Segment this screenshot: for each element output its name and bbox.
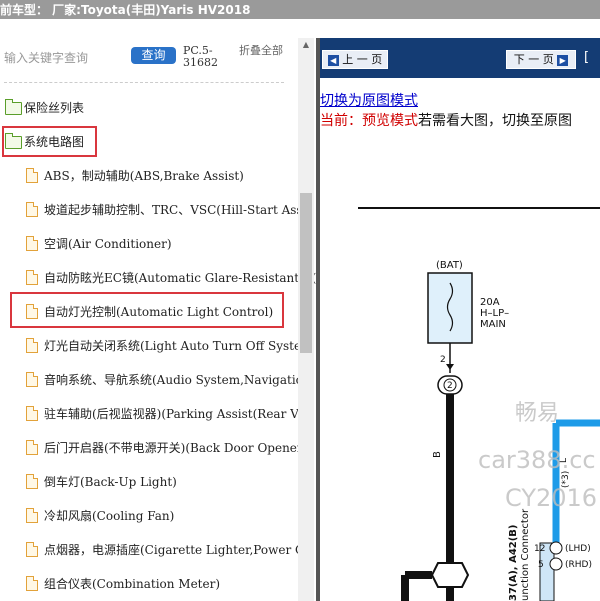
tree-item-label: 倒车灯(Back-Up Light) xyxy=(44,475,177,489)
folder-icon xyxy=(5,99,22,115)
document-icon xyxy=(26,406,38,421)
prev-page-button[interactable]: ◀ 上 一 页 xyxy=(322,50,388,69)
switch-original-mode-link[interactable]: 切换为原图模式 xyxy=(320,90,418,110)
pc-code: PC.5-31682 xyxy=(183,44,218,69)
tree-item-label: 坡道起步辅助控制、TRC、VSC(Hill-Start Ass xyxy=(44,203,303,217)
tree-item-label: ABS，制动辅助(ABS,Brake Assist) xyxy=(44,169,244,183)
tree-item-label: 组合仪表(Combination Meter) xyxy=(44,577,221,591)
fuse-name-2: MAIN xyxy=(480,319,506,330)
watermark-2: car388.cc xyxy=(478,446,596,474)
pin-5-circle xyxy=(549,557,563,571)
arrow-right-icon: ▶ xyxy=(557,54,569,66)
title-bar: 前车型： 厂家:Toyota(丰田)Yaris HV2018 xyxy=(0,0,600,19)
document-icon xyxy=(26,338,38,353)
page-title: 前车型： 厂家:Toyota(丰田)Yaris HV2018 xyxy=(0,3,251,17)
document-icon xyxy=(26,236,38,251)
toolbar-extra: [ xyxy=(584,50,590,65)
mode-status: 当前：预览模式若需看大图，切换至原图 xyxy=(320,110,572,130)
viewer-pane: ◀ 上 一 页 下 一 页 ▶ [ 切换为原图模式 当前：预览模式若需看大图，切… xyxy=(320,38,600,601)
prev-page-label: 上 一 页 xyxy=(342,53,383,66)
tree-item-label: 音响系统、导航系统(Audio System,Navigatio xyxy=(44,373,303,387)
search-input[interactable]: 输入关键字查询 xyxy=(4,49,88,66)
pin-5-label: (RHD) xyxy=(565,560,592,570)
watermark-1: 畅易 xyxy=(515,401,559,426)
search-button[interactable]: 查询 xyxy=(131,47,176,64)
document-icon xyxy=(26,202,38,217)
scroll-up-arrow-icon[interactable]: ▲ xyxy=(298,38,314,52)
wire-b-label: B xyxy=(432,451,443,458)
tree-item-label: 驻车辅助(后视监视器)(Parking Assist(Rear Vie xyxy=(44,407,310,421)
document-icon xyxy=(26,440,38,455)
scroll-thumb[interactable] xyxy=(300,193,312,353)
collapse-all-button[interactable]: 折叠全部 xyxy=(239,45,283,57)
connector-num: 2 xyxy=(447,381,453,391)
tree-item-label: 保险丝列表 xyxy=(24,101,85,115)
document-icon xyxy=(26,542,38,557)
document-icon xyxy=(26,474,38,489)
pin-top: 2 xyxy=(440,355,446,365)
document-icon xyxy=(26,270,38,285)
wiring-diagram: (BAT) 20A H–LP– MAIN 2 2 B L (*3) 12 (LH… xyxy=(358,207,600,601)
pin-12-circle xyxy=(549,541,563,555)
tree-item-label: 后门开启器(不带电源开关)(Back Door Opener xyxy=(44,441,303,455)
junction-shape xyxy=(430,562,470,588)
divider xyxy=(4,82,284,83)
bat-label: (BAT) xyxy=(436,260,463,271)
jc-label-1: 37(A), A42(B) xyxy=(508,525,519,601)
document-icon xyxy=(26,168,38,183)
fuse-amp: 20A xyxy=(480,297,500,308)
watermark-3: CY2016 xyxy=(505,484,597,512)
pin-5: 5 xyxy=(538,560,544,570)
document-icon xyxy=(26,508,38,523)
arrow-down-icon xyxy=(446,364,454,370)
tree-item-label: 点烟器，电源插座(Cigarette Lighter,Power Ou xyxy=(44,543,313,557)
sidebar: 输入关键字查询 查询 PC.5-31682 折叠全部 保险丝列表 系统电路图 A… xyxy=(0,38,316,601)
next-page-label: 下 一 页 xyxy=(513,53,554,66)
tree-item-label: 自动防眩光EC镜(Automatic Glare-Resistant E( xyxy=(44,271,316,285)
mode-status-suffix: 若需看大图，切换至原图 xyxy=(418,113,572,129)
jc-label-2: unction Connector xyxy=(520,508,531,601)
scrollbar[interactable]: ▲ xyxy=(298,38,314,601)
tree-item-label: 灯光自动关闭系统(Light Auto Turn Off System xyxy=(44,339,313,353)
arrow-left-icon: ◀ xyxy=(327,54,339,66)
mode-status-prefix: 当前：预览模式 xyxy=(320,113,418,129)
document-icon xyxy=(26,576,38,591)
viewer-toolbar: ◀ 上 一 页 下 一 页 ▶ [ xyxy=(320,38,600,78)
highlight-box xyxy=(10,292,284,328)
pin-12: 12 xyxy=(534,544,545,554)
highlight-box xyxy=(2,126,97,157)
tree-item-label: 冷却风扇(Cooling Fan) xyxy=(44,509,175,523)
pin-12-label: (LHD) xyxy=(565,544,591,554)
next-page-button[interactable]: 下 一 页 ▶ xyxy=(506,50,576,69)
tree-item-label: 空调(Air Conditioner) xyxy=(44,237,172,251)
fuse-name-1: H–LP– xyxy=(480,308,509,319)
document-icon xyxy=(26,372,38,387)
